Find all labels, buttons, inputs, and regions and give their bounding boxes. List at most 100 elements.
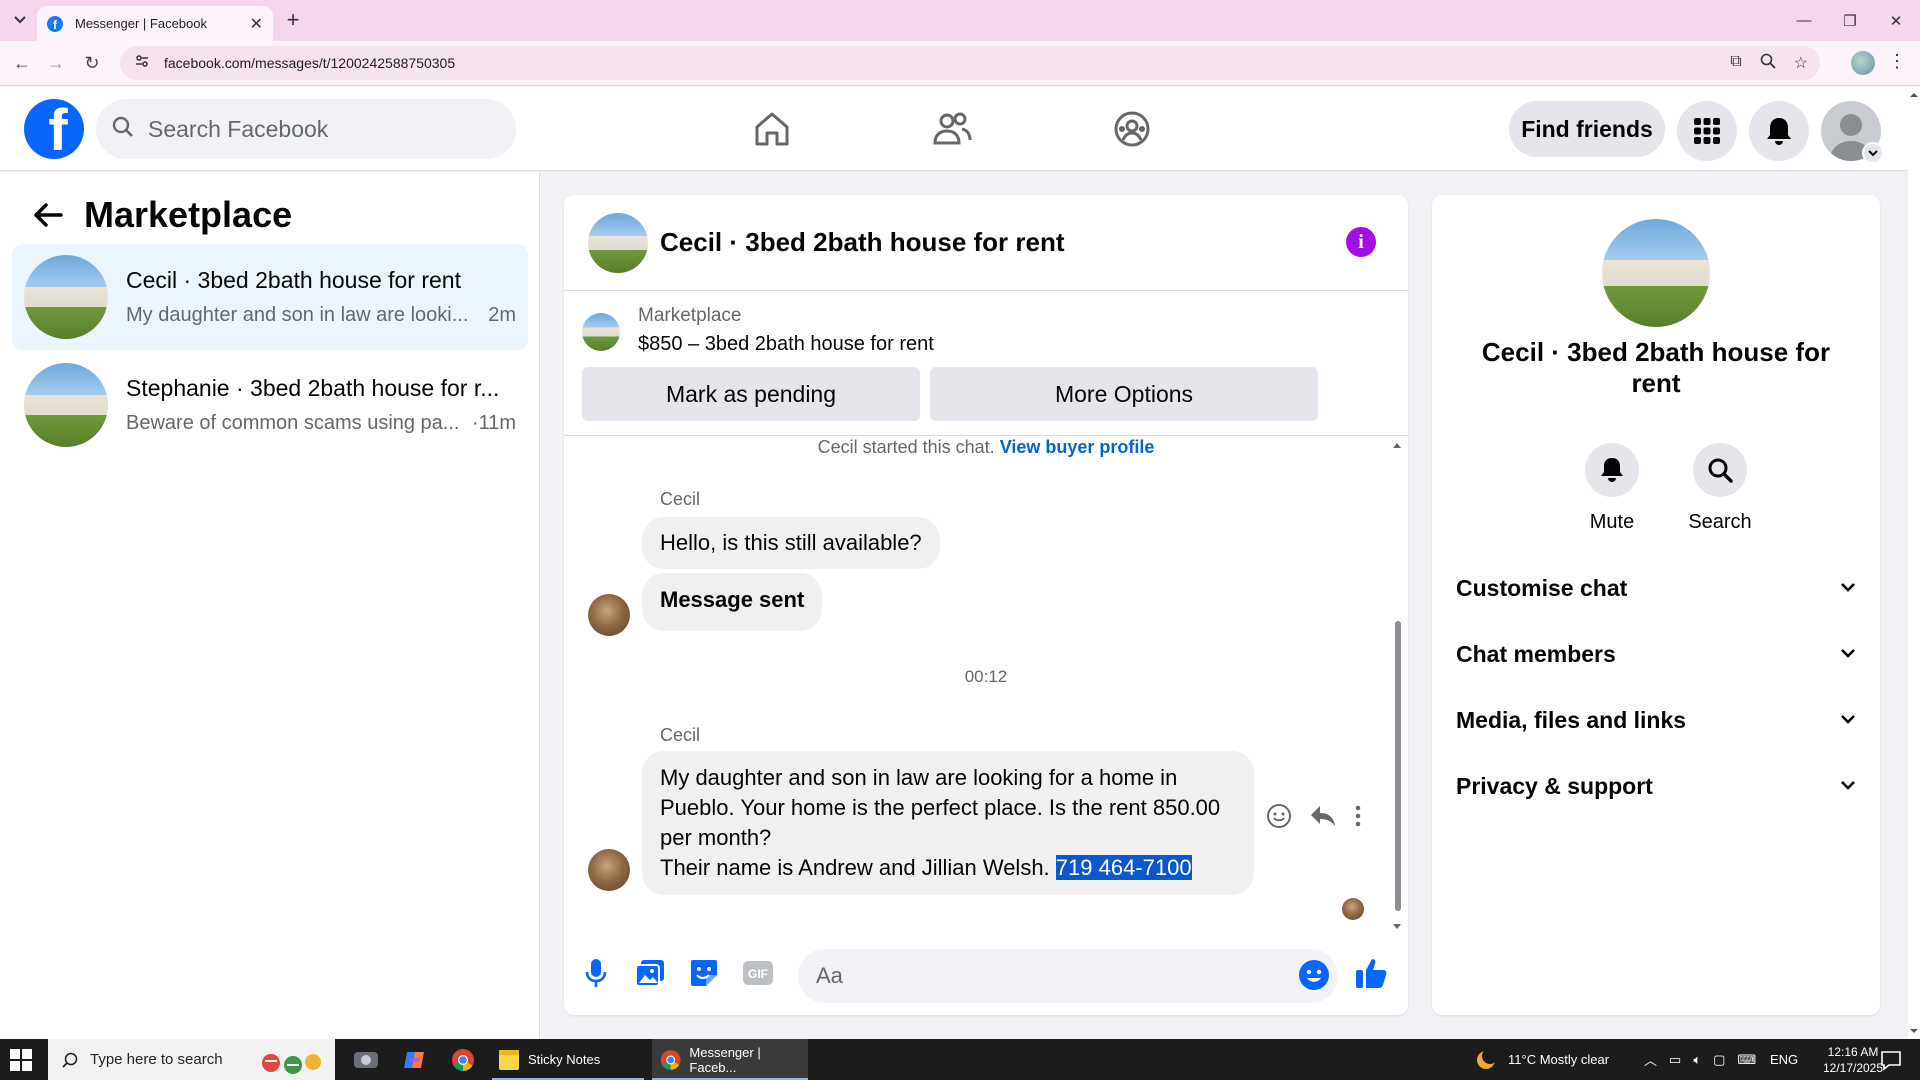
new-tab-icon[interactable]: + <box>281 7 305 32</box>
back-arrow-icon[interactable] <box>28 195 68 235</box>
message-bubble[interactable]: My daughter and son in law are looking f… <box>642 751 1254 895</box>
close-window-icon[interactable]: ✕ <box>1873 0 1919 41</box>
mute-button[interactable]: Mute <box>1572 443 1652 534</box>
conversation-item[interactable]: Cecil · 3bed 2bath house for rent My dau… <box>12 244 528 350</box>
reload-icon[interactable]: ↻ <box>80 51 104 75</box>
search-in-chat-button[interactable]: Search <box>1680 443 1760 534</box>
more-actions-icon[interactable] <box>1354 805 1362 832</box>
seen-avatar <box>1342 898 1364 920</box>
chat-info-avatar[interactable] <box>1602 219 1710 327</box>
sender-avatar[interactable] <box>588 594 630 636</box>
browser-tab-messenger[interactable]: f Messenger | Facebook ✕ <box>37 6 273 41</box>
close-tab-icon[interactable]: ✕ <box>250 14 263 34</box>
tab-search-dropdown-icon[interactable] <box>8 8 32 32</box>
keyboard-icon[interactable]: ⌨︎ <box>1737 1052 1756 1068</box>
find-friends-button[interactable]: Find friends <box>1509 101 1665 157</box>
friends-icon[interactable] <box>928 105 976 153</box>
listing-summary[interactable]: Marketplace $850 – 3bed 2bath house for … <box>582 305 934 356</box>
scroll-thumb[interactable] <box>1395 621 1401 911</box>
info-icon[interactable]: i <box>1346 227 1376 257</box>
groups-icon[interactable] <box>1108 105 1156 153</box>
taskbar-app-copilot[interactable] <box>394 1039 434 1080</box>
tab-title: Messenger | Facebook <box>75 16 207 31</box>
listing-thumbnail <box>582 313 620 351</box>
microphone-icon[interactable] <box>578 955 614 991</box>
forward-icon[interactable]: → <box>44 51 68 75</box>
network-icon[interactable]: ▢ <box>1713 1052 1725 1068</box>
taskbar-app-snip[interactable] <box>346 1039 386 1080</box>
notifications-bell-icon[interactable] <box>1749 101 1809 161</box>
weather-widget[interactable]: 11°C Mostly clear <box>1474 1039 1609 1080</box>
taskbar-app-chrome[interactable] <box>443 1039 483 1080</box>
taskbar-search[interactable]: Type here to search <box>48 1039 335 1080</box>
chat-members-section[interactable]: Chat members <box>1456 629 1856 679</box>
menu-grid-icon[interactable] <box>1677 101 1737 161</box>
conversation-time: ·11m <box>471 412 516 434</box>
view-buyer-profile-link[interactable]: View buyer profile <box>1000 437 1155 457</box>
restore-icon[interactable]: ❐ <box>1827 0 1873 41</box>
windows-start-icon[interactable] <box>10 1049 32 1076</box>
address-bar[interactable]: facebook.com/messages/t/1200242588750305… <box>120 46 1820 80</box>
browser-profile-avatar[interactable] <box>1851 51 1875 75</box>
gif-icon[interactable]: GIF <box>740 955 776 991</box>
emoji-picker-icon[interactable] <box>1296 957 1332 993</box>
message-bubble[interactable]: Hello, is this still available? <box>642 517 940 569</box>
zoom-icon[interactable] <box>1760 53 1776 74</box>
customise-chat-section[interactable]: Customise chat <box>1456 563 1856 613</box>
message-text: Pueblo. Your home is the perfect place. … <box>660 795 1221 820</box>
language-indicator[interactable]: ENG <box>1770 1039 1798 1080</box>
photo-gallery-icon[interactable] <box>632 955 668 991</box>
chat-scrollbar[interactable] <box>1392 441 1402 929</box>
battery-icon[interactable]: ▭ <box>1669 1052 1681 1068</box>
conversation-title: Cecil · 3bed 2bath house for rent <box>126 267 461 293</box>
moon-weather-icon <box>1477 1047 1498 1069</box>
volume-icon[interactable]: 🔈︎ <box>1693 1052 1701 1068</box>
conversation-time: 2m <box>488 304 516 326</box>
facebook-logo-icon[interactable]: f <box>24 99 84 159</box>
sender-name: Cecil <box>660 725 701 745</box>
back-icon[interactable]: ← <box>10 51 34 75</box>
account-chevron-down-icon[interactable] <box>1862 142 1884 164</box>
message-input[interactable] <box>816 963 1256 989</box>
browser-tabbar: f Messenger | Facebook ✕ + — ❐ ✕ <box>0 0 1920 41</box>
panel-title: Marketplace <box>84 194 293 235</box>
chat-avatar[interactable] <box>588 212 648 273</box>
facebook-search[interactable] <box>96 99 516 159</box>
listing-title: $850 – 3bed 2bath house for rent <box>638 333 934 355</box>
chevron-up-icon[interactable]: ︿ <box>1644 1050 1657 1069</box>
privacy-support-section[interactable]: Privacy & support <box>1456 761 1856 811</box>
conversation-item[interactable]: Stephanie · 3bed 2bath house for r... Be… <box>12 352 528 458</box>
browser-menu-icon[interactable]: ⋮ <box>1888 51 1906 72</box>
chevron-down-icon <box>1840 777 1856 795</box>
taskbar-app-sticky-notes[interactable]: Sticky Notes <box>492 1039 644 1080</box>
facebook-search-input[interactable] <box>148 115 488 143</box>
media-files-links-section[interactable]: Media, files and links <box>1456 695 1856 745</box>
message-bubble[interactable]: Message sent <box>642 573 823 631</box>
bookmark-star-icon[interactable]: ☆ <box>1794 53 1808 74</box>
sender-avatar[interactable] <box>588 849 630 891</box>
more-options-button[interactable]: More Options <box>930 367 1318 421</box>
page-scrollbar[interactable] <box>1908 87 1920 1039</box>
phone-number-selected[interactable]: 719 464-7100 <box>1055 855 1192 880</box>
section-label: Chat members <box>1456 640 1616 667</box>
message-input-box[interactable] <box>798 949 1338 1003</box>
chevron-down-icon <box>1840 645 1856 663</box>
reply-icon[interactable] <box>1310 805 1336 832</box>
section-label: Privacy & support <box>1456 772 1653 799</box>
react-emoji-icon[interactable] <box>1266 803 1292 834</box>
home-icon[interactable] <box>748 105 796 153</box>
install-app-icon[interactable]: ⧉ <box>1730 53 1741 74</box>
mark-as-pending-button[interactable]: Mark as pending <box>582 367 920 421</box>
chat-title[interactable]: Cecil · 3bed 2bath house for rent <box>660 227 1065 258</box>
holiday-ornaments-icon <box>261 1053 321 1074</box>
section-label: Customise chat <box>1456 574 1628 601</box>
like-thumbs-up-icon[interactable] <box>1354 955 1390 991</box>
sticker-icon[interactable] <box>686 955 722 991</box>
minimize-icon[interactable]: — <box>1781 0 1827 41</box>
chat-panel: Cecil · 3bed 2bath house for rent i Mark… <box>564 195 1408 1015</box>
facebook-favicon-icon: f <box>47 15 63 32</box>
site-info-icon[interactable] <box>134 53 150 74</box>
taskbar-app-messenger[interactable]: Messenger | Faceb... <box>652 1039 808 1080</box>
notification-center-icon[interactable] <box>1880 1039 1902 1080</box>
message-text: Hello, is this still available? <box>660 530 922 555</box>
